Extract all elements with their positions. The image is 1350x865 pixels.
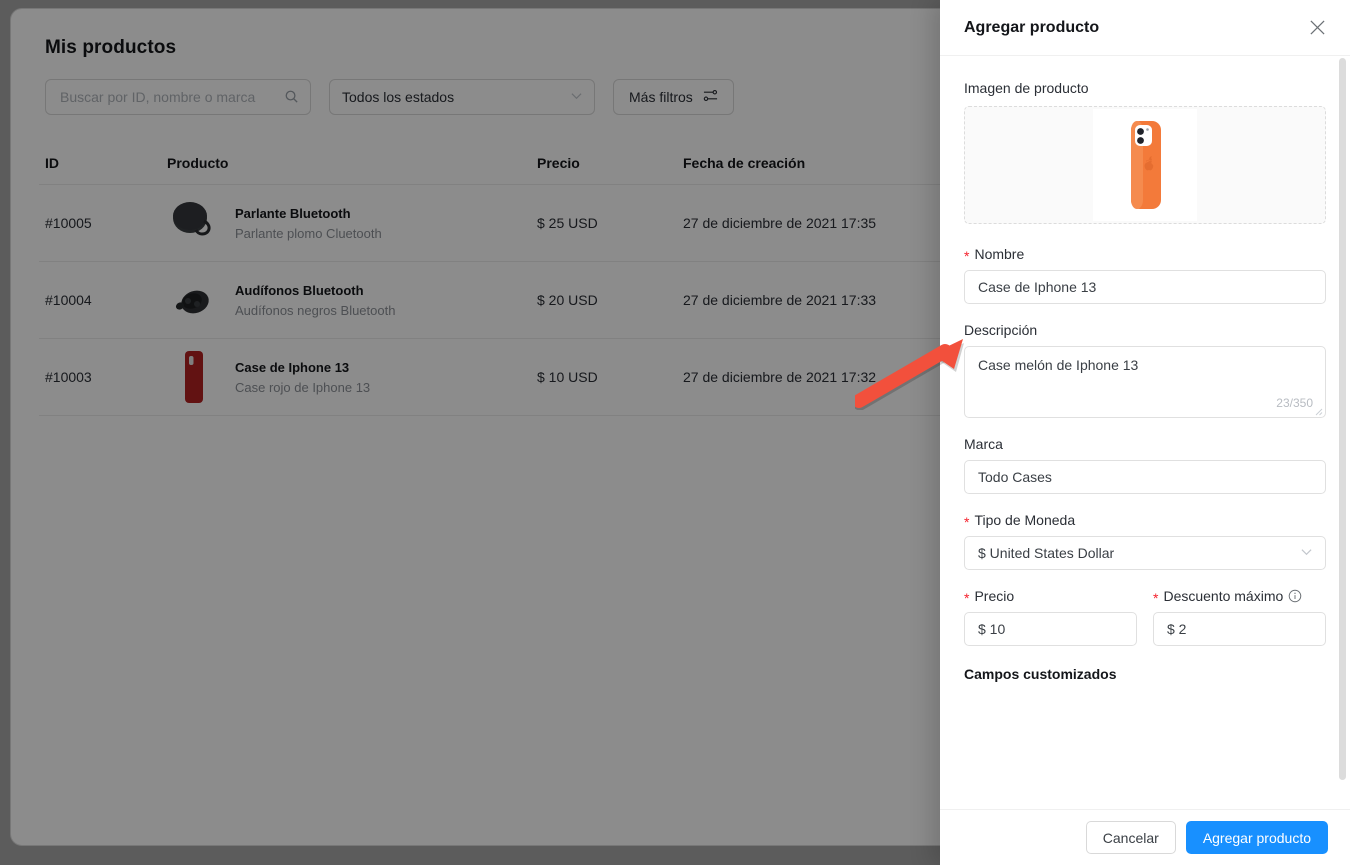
label-precio: * Precio	[964, 588, 1137, 606]
chevron-down-icon	[1301, 547, 1312, 559]
field-descuento: * Descuento máximo $ 2	[1153, 588, 1326, 646]
nombre-input[interactable]: Case de Iphone 13	[964, 270, 1326, 304]
screen: Mis productos Todos los estados	[0, 0, 1350, 865]
label-descuento: * Descuento máximo	[1153, 588, 1326, 606]
required-asterisk: *	[964, 590, 970, 606]
field-descripcion: Descripción Case melón de Iphone 13 23/3…	[964, 322, 1326, 418]
moneda-select-value: $ United States Dollar	[978, 545, 1115, 561]
label-descuento-text: Descuento máximo	[1163, 588, 1284, 604]
product-image-label: Imagen de producto	[964, 80, 1089, 96]
custom-fields-title: Campos customizados	[964, 666, 1117, 682]
required-asterisk: *	[1153, 590, 1159, 606]
close-icon[interactable]	[1309, 19, 1326, 36]
descuento-input-value: $ 2	[1167, 621, 1187, 637]
drawer-footer: Cancelar Agregar producto	[940, 809, 1350, 865]
drawer-header: Agregar producto	[940, 0, 1350, 56]
field-precio: * Precio $ 10	[964, 588, 1137, 646]
label-nombre: * Nombre	[964, 246, 1326, 264]
field-nombre: * Nombre Case de Iphone 13	[964, 246, 1326, 304]
iphone-case-orange-image	[1093, 109, 1197, 221]
label-nombre-text: Nombre	[974, 246, 1025, 262]
descripcion-textarea[interactable]: Case melón de Iphone 13 23/350	[964, 346, 1326, 418]
drawer-title: Agregar producto	[964, 18, 1100, 36]
label-precio-text: Precio	[974, 588, 1015, 604]
required-asterisk: *	[964, 514, 970, 530]
marca-input[interactable]: Todo Cases	[964, 460, 1326, 494]
label-moneda: * Tipo de Moneda	[964, 512, 1326, 530]
marca-input-value: Todo Cases	[978, 469, 1052, 485]
precio-input[interactable]: $ 10	[964, 612, 1137, 646]
label-marca-text: Marca	[964, 436, 1003, 452]
label-descripcion: Descripción	[964, 322, 1326, 338]
product-image-dropzone[interactable]	[964, 106, 1326, 224]
field-moneda: * Tipo de Moneda $ United States Dollar	[964, 512, 1326, 570]
precio-input-value: $ 10	[978, 621, 1006, 637]
moneda-select[interactable]: $ United States Dollar	[964, 536, 1326, 570]
label-marca: Marca	[964, 436, 1326, 452]
field-marca: Marca Todo Cases	[964, 436, 1326, 494]
price-discount-row: * Precio $ 10 * Descuento máximo $ 2	[964, 588, 1326, 660]
drawer-scrollbar[interactable]	[1339, 58, 1346, 780]
required-asterisk: *	[964, 248, 970, 264]
descuento-input[interactable]: $ 2	[1153, 612, 1326, 646]
resize-handle-icon[interactable]	[1314, 407, 1323, 416]
descripcion-value: Case melón de Iphone 13	[978, 357, 1139, 373]
cancel-button[interactable]: Cancelar	[1085, 821, 1176, 854]
label-moneda-text: Tipo de Moneda	[974, 512, 1076, 528]
info-circle-icon[interactable]	[1288, 589, 1302, 603]
label-descripcion-text: Descripción	[964, 322, 1038, 338]
add-product-drawer: Agregar producto Imagen de producto * No…	[940, 0, 1350, 865]
drawer-body: Imagen de producto * Nombre Case de Ipho…	[940, 56, 1350, 809]
nombre-input-value: Case de Iphone 13	[978, 279, 1097, 295]
descripcion-counter: 23/350	[1276, 396, 1313, 410]
submit-add-product-button[interactable]: Agregar producto	[1185, 821, 1328, 854]
